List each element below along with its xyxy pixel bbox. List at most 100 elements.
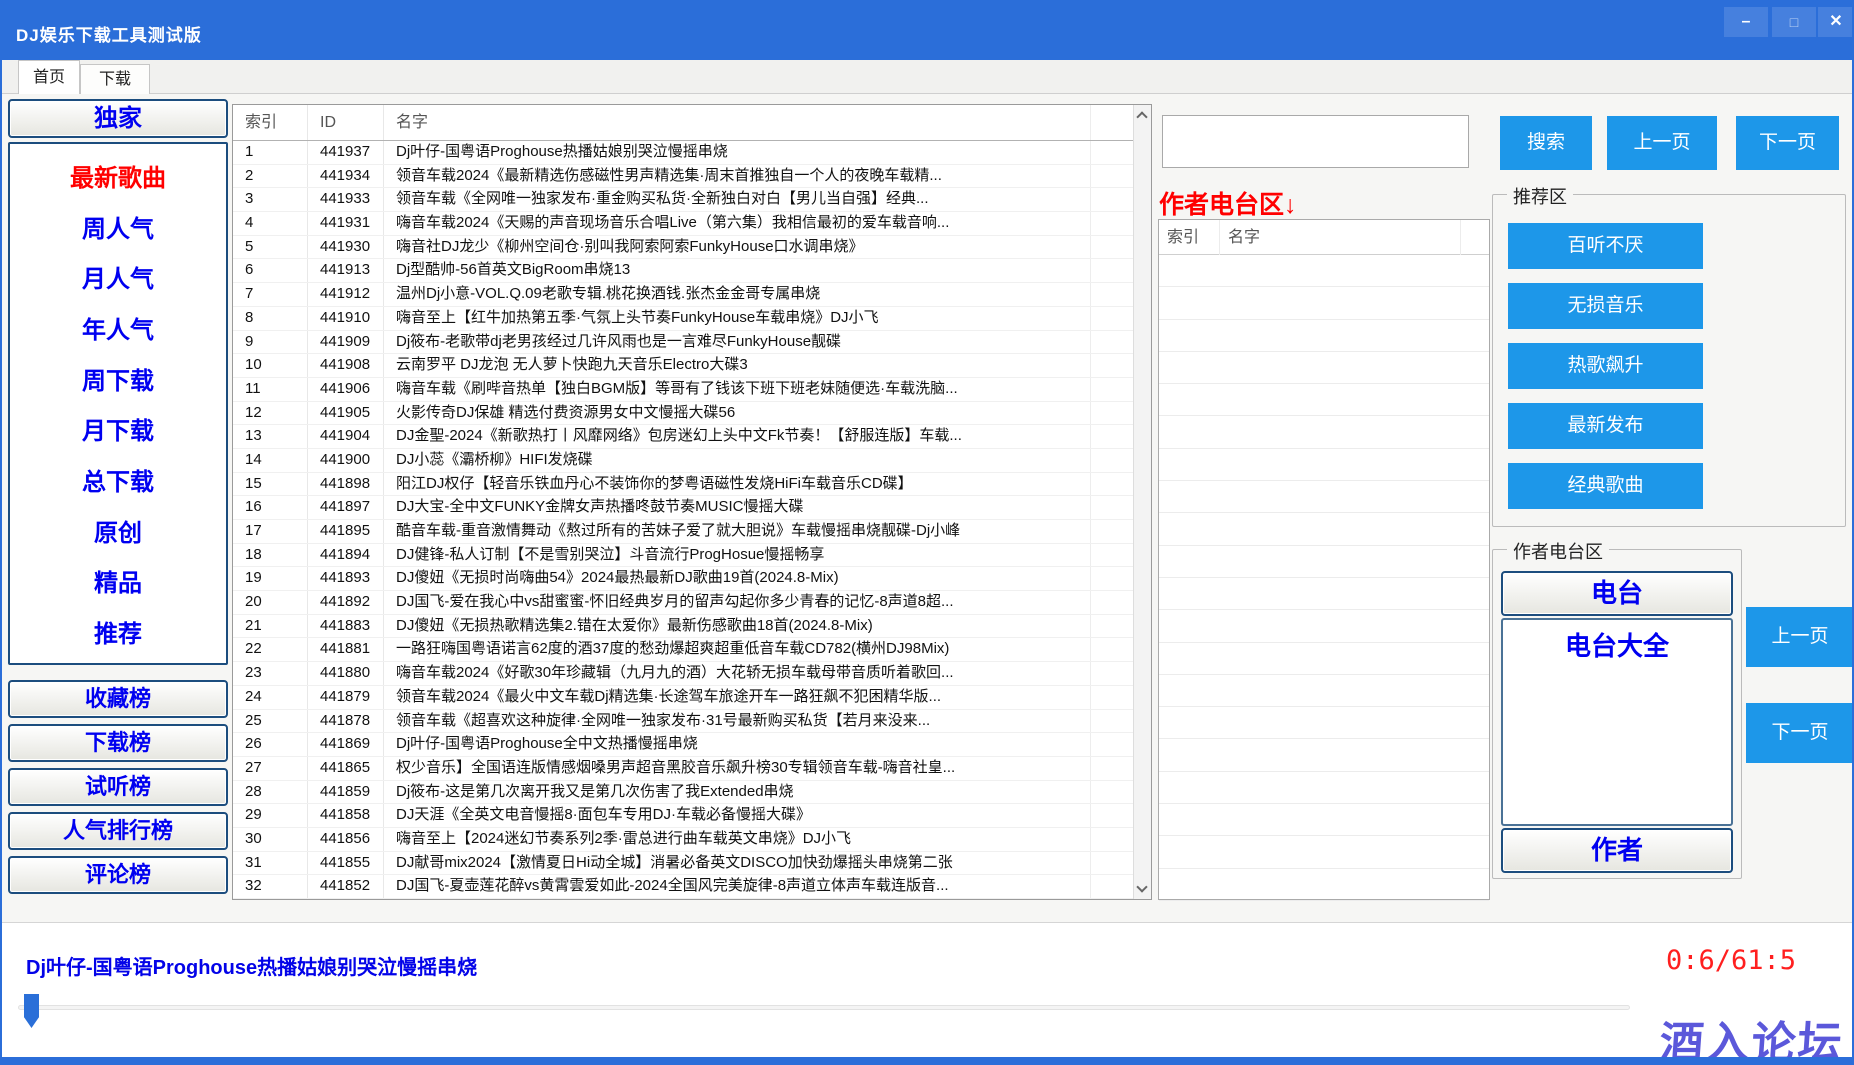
station-button[interactable]: 电台 — [1501, 571, 1733, 616]
tab-download[interactable]: 下载 — [80, 64, 150, 94]
minimize-button[interactable]: – — [1724, 7, 1768, 37]
recommend-button[interactable]: 经典歌曲 — [1508, 463, 1703, 509]
table-row-empty — [1159, 675, 1489, 707]
table-row[interactable]: 7441912温州Dj小意-VOL.Q.09老歌专辑.桃花换酒钱.张杰金金哥专属… — [233, 283, 1133, 307]
table-row[interactable]: 12441905火影传奇DJ保雄 精选付费资源男女中文慢摇大碟56 — [233, 402, 1133, 426]
cell-index: 21 — [233, 615, 308, 638]
window-bottom-bar — [2, 1057, 1852, 1065]
table-row[interactable]: 1441937Dj叶仔-国粤语Proghouse热播姑娘别哭泣慢摇串烧 — [233, 141, 1133, 165]
table-row[interactable]: 28441859Dj筱布-这是第几次离开我又是第几次伤害了我Extended串烧 — [233, 781, 1133, 805]
cell-id: 441912 — [308, 283, 384, 306]
sidebar-button-exclusive[interactable]: 独家 — [8, 99, 228, 138]
table-row[interactable]: 15441898阳江DJ权仔【轻音乐铁血丹心不装饰你的梦粤语磁性发烧HiFi车载… — [233, 473, 1133, 497]
cell-name: Dj筱布-老歌带dj老男孩经过几许风雨也是一言难尽FunkyHouse靓碟 — [384, 331, 1091, 354]
prev-page-button[interactable]: 上一页 — [1607, 116, 1717, 170]
cell-blank — [1091, 283, 1133, 306]
progress-slider-track[interactable] — [18, 1005, 1630, 1010]
cell-index: 25 — [233, 710, 308, 733]
cell-blank — [1091, 591, 1133, 614]
table-row[interactable]: 22441881一路狂嗨国粤语诺言62度的酒37度的愁劲爆超爽超重低音车载CD7… — [233, 638, 1133, 662]
cell-blank — [1091, 875, 1133, 898]
progress-slider-thumb[interactable] — [24, 994, 39, 1028]
maximize-button[interactable]: □ — [1772, 7, 1816, 37]
sidebar-item[interactable]: 推荐 — [10, 614, 226, 649]
cell-index — [1159, 739, 1220, 770]
cell-index: 2 — [233, 165, 308, 188]
recommend-button[interactable]: 最新发布 — [1508, 403, 1703, 449]
sidebar-item[interactable]: 月人气 — [10, 259, 226, 294]
table-row[interactable]: 14441900DJ小蕊《灞桥柳》HIFI发烧碟 — [233, 449, 1133, 473]
recommend-button[interactable]: 无损音乐 — [1508, 283, 1703, 329]
table-row[interactable]: 4441931嗨音车载2024《天赐的声音现场音乐合唱Live（第六集）我相信最… — [233, 212, 1133, 236]
table-row[interactable]: 6441913Dj型酷帅-56首英文BigRoom串烧13 — [233, 259, 1133, 283]
cell-index — [1159, 287, 1220, 318]
table-row[interactable]: 11441906嗨音车载《刷哔音热单【独白BGM版】等哥有了钱该下班下班老妹随便… — [233, 378, 1133, 402]
search-button[interactable]: 搜索 — [1500, 116, 1592, 170]
table-row[interactable]: 17441895酷音车载-重音激情舞动《熬过所有的苦妹子爱了就大胆说》车载慢摇串… — [233, 520, 1133, 544]
sidebar-item[interactable]: 月下载 — [10, 411, 226, 446]
sidebar-rank-button[interactable]: 试听榜 — [8, 768, 228, 806]
table-row[interactable]: 20441892DJ国飞-爱在我心中vs甜蜜蜜-怀旧经典岁月的留声勾起你多少青春… — [233, 591, 1133, 615]
station-listbox[interactable]: 电台大全 — [1501, 618, 1733, 826]
cell-index: 29 — [233, 804, 308, 827]
scroll-down-icon[interactable] — [1136, 881, 1147, 892]
title-bar: DJ娱乐下载工具测试版 – □ ✕ — [2, 2, 1852, 60]
table-row[interactable]: 31441855DJ献哥mix2024【激情夏日Hi动全城】消暑必备英文DISC… — [233, 852, 1133, 876]
author-button[interactable]: 作者 — [1501, 828, 1733, 873]
table-row[interactable]: 26441869Dj叶仔-国粤语Proghouse全中文热播慢摇串烧 — [233, 733, 1133, 757]
table-row[interactable]: 23441880嗨音车载2024《好歌30年珍藏辑（九月九的酒）大花轿无损车载母… — [233, 662, 1133, 686]
table-row[interactable]: 27441865权少音乐】全国语连版情感烟嗓男声超音黑胶音乐飙升榜30专辑领音车… — [233, 757, 1133, 781]
sidebar-item[interactable]: 周下载 — [10, 361, 226, 396]
table-row[interactable]: 25441878领音车载《超喜欢这种旋律·全网唯一独家发布·31号最新购买私货【… — [233, 710, 1133, 734]
sidebar-item[interactable]: 周人气 — [10, 209, 226, 244]
table-row[interactable]: 21441883DJ傻妞《无损热歌精选集2.错在太爱你》最新伤感歌曲18首(20… — [233, 615, 1133, 639]
cell-blank — [1091, 567, 1133, 590]
cell-name — [1220, 352, 1461, 383]
sidebar-rank-button[interactable]: 下载榜 — [8, 724, 228, 762]
vertical-scrollbar[interactable] — [1133, 105, 1151, 899]
next-page-button[interactable]: 下一页 — [1736, 116, 1839, 170]
cell-index: 26 — [233, 733, 308, 756]
table-row[interactable]: 16441897DJ大宝-全中文FUNKY金牌女声热播咚鼓节奏MUSIC慢摇大碟 — [233, 496, 1133, 520]
table-row[interactable]: 24441879领音车载2024《最火中文车载Dj精选集·长途驾车旅途开车一路狂… — [233, 686, 1133, 710]
table-row[interactable]: 32441852DJ国飞-夏壶莲花醉vs黄霄雲爱如此-2024全国风完美旋律-8… — [233, 875, 1133, 899]
table-row[interactable]: 10441908云南罗平 DJ龙泡 无人萝卜快跑九天音乐Electro大碟3 — [233, 354, 1133, 378]
recommend-button[interactable]: 热歌飙升 — [1508, 343, 1703, 389]
cell-blank — [1091, 520, 1133, 543]
sidebar-item[interactable]: 精品 — [10, 563, 226, 598]
sidebar-rank-button[interactable]: 评论榜 — [8, 856, 228, 894]
table-row[interactable]: 13441904DJ金聖-2024《新歌热打丨风靡网络》包房迷幻上头中文Fk节奏… — [233, 425, 1133, 449]
table-row[interactable]: 8441910嗨音至上【红牛加热第五季·气氛上头节奏FunkyHouse车载串烧… — [233, 307, 1133, 331]
table-row[interactable]: 2441934领音车载2024《最新精选伤感磁性男声精选集·周末首推独自一个人的… — [233, 165, 1133, 189]
cell-blank — [1091, 307, 1133, 330]
sidebar-item[interactable]: 总下载 — [10, 462, 226, 497]
table-row[interactable]: 5441930嗨音社DJ龙少《柳州空间仓·别叫我阿索阿索FunkyHouse口水… — [233, 236, 1133, 260]
table-row[interactable]: 18441894DJ健锋-私人订制【不是雪别哭泣】斗音流行ProgHosue慢摇… — [233, 544, 1133, 568]
table-row[interactable]: 3441933领音车载《全网唯一独家发布·重金购买私货·全新独白对白【男儿当自强… — [233, 188, 1133, 212]
close-button[interactable]: ✕ — [1818, 7, 1854, 37]
sidebar-rank-button[interactable]: 收藏榜 — [8, 680, 228, 718]
table-row[interactable]: 19441893DJ傻妞《无损时尚嗨曲54》2024最热最新DJ歌曲19首(20… — [233, 567, 1133, 591]
cell-index — [1159, 546, 1220, 577]
cell-blank — [1091, 141, 1133, 164]
search-input[interactable] — [1162, 115, 1469, 168]
cell-index: 13 — [233, 425, 308, 448]
cell-name: DJ国飞-爱在我心中vs甜蜜蜜-怀旧经典岁月的留声勾起你多少青春的记忆-8声道8… — [384, 591, 1091, 614]
table-row[interactable]: 30441856嗨音至上【2024迷幻节奏系列2季·雷总进行曲车载英文串烧》DJ… — [233, 828, 1133, 852]
table-row-empty — [1159, 481, 1489, 513]
table-row[interactable]: 29441858DJ天涯《全英文电音慢摇8·面包车专用DJ·车载必备慢摇大碟》 — [233, 804, 1133, 828]
cell-name: 权少音乐】全国语连版情感烟嗓男声超音黑胶音乐飙升榜30专辑领音车载-嗨音社皇..… — [384, 757, 1091, 780]
recommend-button[interactable]: 百听不厌 — [1508, 223, 1703, 269]
station-next-page-button[interactable]: 下一页 — [1746, 703, 1854, 763]
sidebar-item[interactable]: 年人气 — [10, 310, 226, 345]
table-row[interactable]: 9441909Dj筱布-老歌带dj老男孩经过几许风雨也是一言难尽FunkyHou… — [233, 331, 1133, 355]
scroll-up-icon[interactable] — [1136, 111, 1147, 122]
sidebar-item[interactable]: 最新歌曲 — [10, 158, 226, 193]
sidebar-item[interactable]: 原创 — [10, 513, 226, 548]
cell-blank — [1461, 578, 1489, 609]
station-list-item[interactable]: 电台大全 — [1503, 626, 1731, 663]
sidebar-rank-button[interactable]: 人气排行榜 — [8, 812, 228, 850]
tab-home[interactable]: 首页 — [18, 60, 80, 94]
table-row-empty — [1159, 578, 1489, 610]
station-prev-page-button[interactable]: 上一页 — [1746, 607, 1854, 667]
